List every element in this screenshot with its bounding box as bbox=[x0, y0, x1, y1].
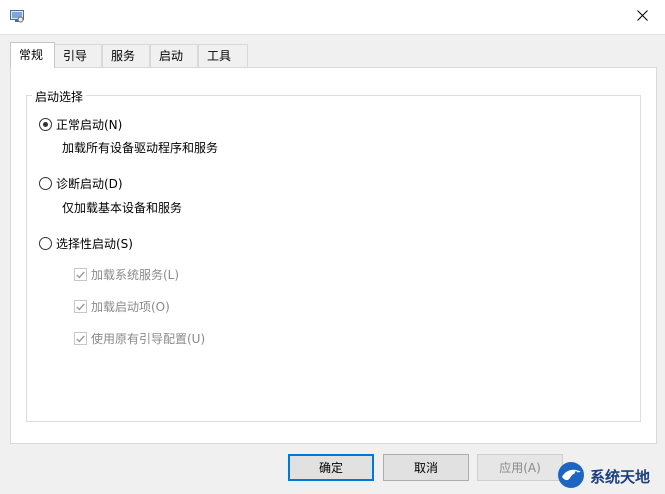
site-watermark: 系统天地 bbox=[556, 458, 665, 494]
tab-startup[interactable]: 启动 bbox=[150, 44, 198, 67]
group-title: 启动选择 bbox=[32, 88, 87, 105]
checkbox-checked-disabled[interactable] bbox=[74, 300, 87, 313]
load-system-services-label: 加载系统服务(L) bbox=[91, 268, 180, 282]
checkbox-checked-disabled[interactable] bbox=[74, 332, 87, 345]
diagnostic-startup-description: 仅加载基本设备和服务 bbox=[62, 201, 183, 215]
general-tab-panel: 启动选择 正常启动(N) 加载所有设备驱动程序和服务 诊断启动(D) 仅加载基本… bbox=[10, 67, 657, 444]
tab-services[interactable]: 服务 bbox=[102, 44, 150, 67]
selective-startup-label: 选择性启动(S) bbox=[56, 237, 133, 251]
load-system-services-checkbox[interactable]: 加载系统服务(L) bbox=[74, 266, 179, 283]
watermark-text: 系统天地 bbox=[590, 467, 651, 486]
radio-button[interactable] bbox=[39, 177, 52, 190]
close-button[interactable] bbox=[619, 0, 665, 34]
radio-button-checked[interactable] bbox=[39, 118, 52, 131]
normal-startup-label: 正常启动(N) bbox=[56, 118, 123, 132]
radio-button[interactable] bbox=[39, 237, 52, 250]
checkbox-checked-disabled[interactable] bbox=[74, 268, 87, 281]
bird-logo-icon bbox=[556, 460, 586, 493]
load-startup-items-label: 加载启动项(O) bbox=[91, 300, 170, 314]
diagnostic-startup-radio[interactable]: 诊断启动(D) bbox=[39, 175, 123, 192]
title-bar[interactable] bbox=[0, 0, 665, 35]
close-icon bbox=[636, 10, 648, 24]
selective-startup-radio[interactable]: 选择性启动(S) bbox=[39, 235, 133, 252]
tab-general[interactable]: 常规 bbox=[10, 42, 55, 68]
system-configuration-window: 常规 引导 服务 启动 工具 启动选择 正常启动(N) 加载所有设备驱动程序和服… bbox=[0, 0, 665, 494]
use-original-boot-config-checkbox[interactable]: 使用原有引导配置(U) bbox=[74, 330, 205, 347]
tab-tools[interactable]: 工具 bbox=[198, 44, 248, 67]
normal-startup-description: 加载所有设备驱动程序和服务 bbox=[62, 141, 219, 155]
apply-button[interactable]: 应用(A) bbox=[477, 454, 563, 481]
ok-button[interactable]: 确定 bbox=[288, 454, 374, 481]
normal-startup-radio[interactable]: 正常启动(N) bbox=[39, 116, 122, 133]
load-startup-items-checkbox[interactable]: 加载启动项(O) bbox=[74, 298, 170, 315]
system-config-icon bbox=[10, 10, 24, 23]
checkmark-icon bbox=[76, 271, 85, 279]
checkmark-icon bbox=[76, 303, 85, 311]
tab-boot[interactable]: 引导 bbox=[54, 44, 102, 67]
cancel-button[interactable]: 取消 bbox=[383, 454, 469, 481]
checkmark-icon bbox=[76, 335, 85, 343]
diagnostic-startup-label: 诊断启动(D) bbox=[56, 177, 123, 191]
use-original-boot-config-label: 使用原有引导配置(U) bbox=[91, 332, 206, 346]
